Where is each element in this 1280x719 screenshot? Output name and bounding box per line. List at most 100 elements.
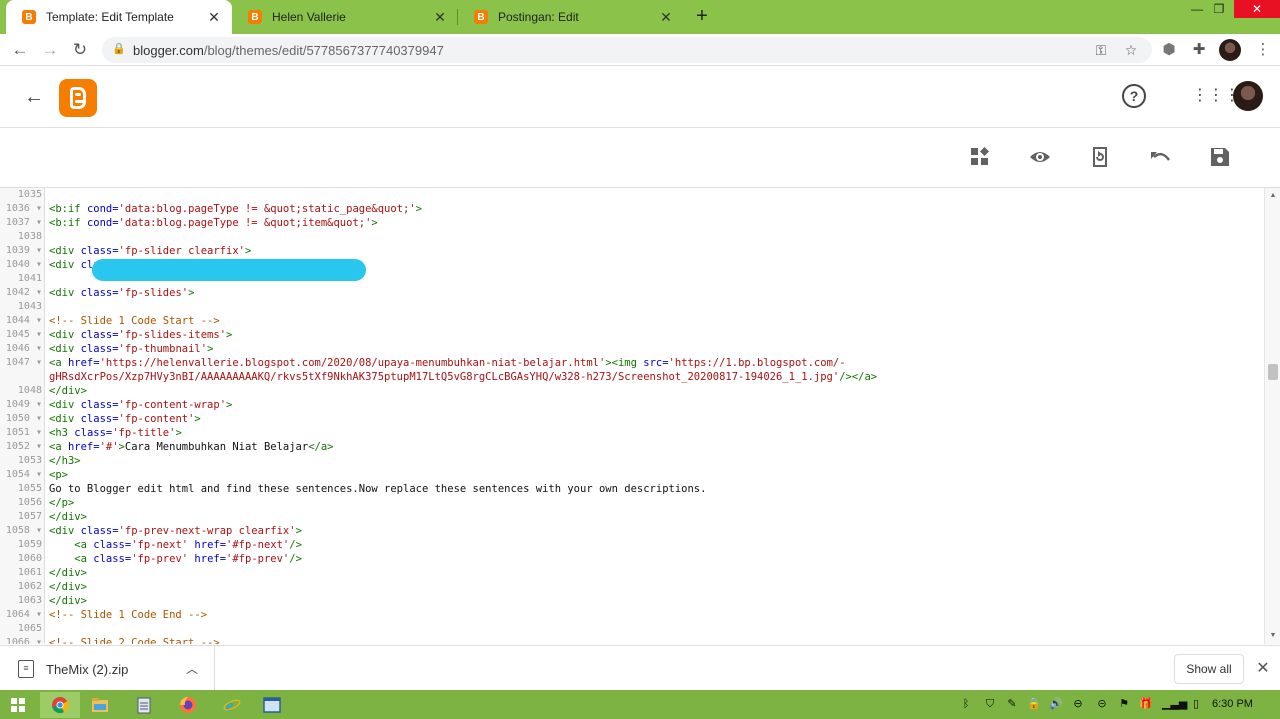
chrome-icon[interactable] bbox=[40, 692, 80, 718]
scrollbar-thumb[interactable] bbox=[1268, 364, 1278, 380]
line-number: 1059 bbox=[17, 539, 42, 550]
clock[interactable]: 6:30 PM bbox=[1212, 698, 1253, 710]
new-tab-icon[interactable]: + bbox=[690, 4, 714, 28]
code-line[interactable]: <a class='fp-next' href='#fp-next'/> bbox=[49, 538, 302, 552]
code-line[interactable]: <div class='fp-thumbnail'> bbox=[49, 342, 213, 356]
code-line[interactable]: <div class='fp-content'> bbox=[49, 412, 201, 426]
code-line[interactable]: <p> bbox=[49, 468, 68, 482]
code-line[interactable]: </h3> bbox=[49, 454, 81, 468]
shield-extension-icon[interactable]: ⬢ bbox=[1158, 39, 1180, 61]
code-token: </div> bbox=[49, 567, 87, 579]
file-explorer-icon[interactable] bbox=[80, 692, 120, 718]
lock-tray-icon[interactable]: 🔒 bbox=[1026, 696, 1042, 712]
code-token: 'fp-content' bbox=[118, 413, 195, 425]
pen-tray-icon[interactable]: ✎ bbox=[1004, 696, 1020, 712]
code-line[interactable]: </div> bbox=[49, 580, 87, 594]
tab-template-edit[interactable]: B Template: Edit Template ✕ bbox=[6, 0, 232, 34]
bluetooth-icon[interactable]: ᛒ bbox=[958, 696, 974, 712]
window-close-icon[interactable]: ✕ bbox=[1234, 0, 1280, 18]
apps-grid-icon[interactable]: ⋮⋮⋮ bbox=[1192, 84, 1240, 108]
code-line[interactable]: <!-- Slide 1 Code Start --> bbox=[49, 314, 220, 328]
battery-icon[interactable]: ▯ bbox=[1188, 696, 1204, 712]
sync-tray-icon[interactable]: ⊖ bbox=[1070, 696, 1086, 712]
download-item[interactable]: ≡ TheMix (2).zip ︿ bbox=[0, 646, 215, 691]
code-token: <div bbox=[49, 525, 81, 537]
code-line[interactable]: </div> bbox=[49, 384, 87, 398]
code-line[interactable]: <div class='fp-slides-items'> bbox=[49, 328, 232, 342]
scroll-down-icon[interactable]: ▼ bbox=[1265, 632, 1280, 639]
chevron-up-icon[interactable]: ︿ bbox=[186, 660, 198, 677]
ie-icon[interactable]: e bbox=[212, 692, 252, 718]
reload-icon[interactable]: ↻ bbox=[68, 38, 92, 62]
key-icon[interactable]: ⚿ bbox=[1092, 42, 1110, 58]
preview-eye-icon[interactable] bbox=[1028, 146, 1052, 170]
browser-toolbar: ← → ↻ 🔒 blogger.com/blog/themes/edit/577… bbox=[0, 34, 1280, 66]
code-line[interactable]: <b:if cond='data:blog.pageType != &quot;… bbox=[49, 202, 422, 216]
editor-scrollbar[interactable]: ▲ ▼ bbox=[1264, 188, 1280, 644]
gift-tray-icon[interactable]: 🎁 bbox=[1138, 696, 1154, 712]
code-line[interactable]: <div class='fp-content-wrap'> bbox=[49, 398, 232, 412]
blogger-logo-icon[interactable] bbox=[59, 79, 97, 117]
minus-circle-tray-icon[interactable]: ⊝ bbox=[1094, 696, 1110, 712]
account-avatar[interactable] bbox=[1233, 81, 1263, 111]
window-icon[interactable] bbox=[252, 692, 292, 718]
tab-helen-vallerie[interactable]: B Helen Vallerie ✕ bbox=[232, 0, 458, 34]
code-line[interactable]: </div> bbox=[49, 510, 87, 524]
scroll-up-icon[interactable]: ▲ bbox=[1265, 192, 1280, 199]
address-bar[interactable]: 🔒 blogger.com/blog/themes/edit/577856737… bbox=[102, 37, 1152, 63]
volume-icon[interactable]: 🔊 bbox=[1048, 696, 1064, 712]
restore-icon[interactable]: ❐ bbox=[1210, 0, 1228, 18]
help-icon[interactable]: ? bbox=[1122, 84, 1146, 108]
close-icon[interactable]: ✕ bbox=[1254, 658, 1272, 678]
minimize-icon[interactable]: — bbox=[1188, 0, 1206, 18]
code-token: ><img bbox=[605, 357, 644, 369]
jump-to-widget-icon[interactable] bbox=[968, 146, 992, 170]
back-arrow-icon[interactable]: ← bbox=[8, 38, 32, 62]
show-all-button[interactable]: Show all bbox=[1174, 654, 1244, 684]
code-line[interactable]: Go to Blogger edit html and find these s… bbox=[49, 482, 706, 496]
forward-arrow-icon[interactable]: → bbox=[38, 38, 62, 62]
tab-postingan-edit[interactable]: B Postingan: Edit ✕ bbox=[458, 0, 684, 34]
code-line[interactable]: <a href='https://helenvallerie.blogspot.… bbox=[49, 356, 846, 370]
flag-icon[interactable]: ⚑ bbox=[1116, 696, 1132, 712]
menu-dots-icon[interactable]: ⋮ bbox=[1252, 39, 1274, 61]
code-line[interactable]: </div> bbox=[49, 594, 87, 608]
revert-icon[interactable] bbox=[1088, 146, 1112, 170]
line-number: 1049 ▾ bbox=[5, 399, 42, 410]
close-icon[interactable]: ✕ bbox=[204, 9, 224, 26]
line-number: 1036 ▾ bbox=[5, 203, 42, 214]
code-line[interactable]: </div> bbox=[49, 566, 87, 580]
code-line[interactable]: <div class='fp-slider clearfix'> bbox=[49, 244, 251, 258]
line-number: 1065 bbox=[17, 623, 42, 634]
star-icon[interactable]: ☆ bbox=[1122, 42, 1140, 58]
windows-start-icon[interactable] bbox=[0, 692, 36, 718]
shield-tray-icon[interactable]: ⛉ bbox=[982, 696, 998, 712]
code-editor[interactable]: 1035 1036 ▾ 1037 ▾ 1038 1039 ▾ 1040 ▾ 1041 1… bbox=[0, 188, 1264, 644]
profile-avatar[interactable] bbox=[1219, 39, 1241, 61]
close-icon[interactable]: ✕ bbox=[656, 9, 676, 26]
code-line[interactable]: <div class='fp-prev-next-wrap clearfix'> bbox=[49, 524, 302, 538]
line-number: 1054 ▾ bbox=[5, 469, 42, 480]
save-icon[interactable] bbox=[1208, 146, 1232, 170]
signal-icon[interactable]: ▁▃▅ bbox=[1162, 696, 1187, 712]
line-number: 1057 bbox=[17, 511, 42, 522]
code-line[interactable]: <h3 class='fp-title'> bbox=[49, 426, 182, 440]
code-line[interactable]: </p> bbox=[49, 496, 74, 510]
undo-icon[interactable] bbox=[1148, 146, 1172, 170]
code-line[interactable]: <a class='fp-prev' href='#fp-prev'/> bbox=[49, 552, 302, 566]
line-number-gutter: 1035 1036 ▾ 1037 ▾ 1038 1039 ▾ 1040 ▾ 1041 1… bbox=[0, 188, 45, 644]
back-arrow-icon[interactable]: ← bbox=[22, 86, 46, 108]
code-line[interactable]: <!-- Slide 2 Code Start --> bbox=[49, 636, 220, 644]
code-line[interactable]: <!-- Slide 1 Code End --> bbox=[49, 608, 207, 622]
notepad-icon[interactable] bbox=[124, 692, 164, 718]
close-icon[interactable]: ✕ bbox=[430, 9, 450, 26]
highlight-annotation bbox=[92, 259, 366, 281]
code-line[interactable]: <b:if cond='data:blog.pageType != &quot;… bbox=[49, 216, 378, 230]
code-line[interactable]: <div class='fp-slides'> bbox=[49, 286, 194, 300]
line-number: 1041 bbox=[17, 273, 42, 284]
code-line[interactable]: <a href='#'>Cara Menumbuhkan Niat Belaja… bbox=[49, 440, 334, 454]
code-token: 'fp-next' bbox=[131, 539, 195, 551]
puzzle-extension-icon[interactable]: ✚ bbox=[1188, 39, 1210, 61]
code-line[interactable]: gHRsdXcrPos/Xzp7HVy3nBI/AAAAAAAAAKQ/rkvs… bbox=[49, 370, 877, 384]
firefox-icon[interactable] bbox=[168, 692, 208, 718]
